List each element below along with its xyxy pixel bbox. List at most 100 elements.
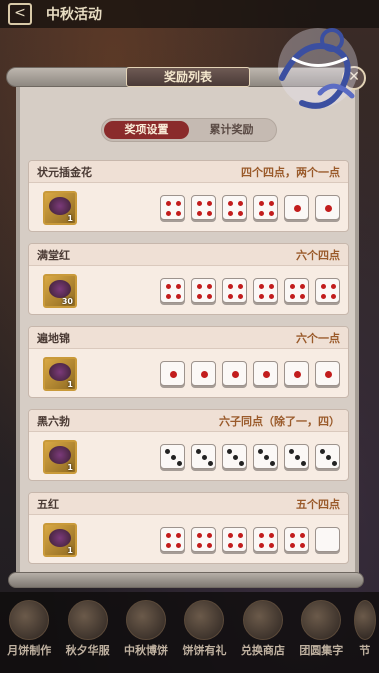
die-pip [196, 449, 201, 454]
die-pip [207, 294, 212, 299]
prize-card-header: 满堂红 六个四点 [29, 244, 348, 266]
nav-item-autumn-costume[interactable]: 秋夕华服 [61, 600, 115, 658]
die-pip [207, 533, 212, 538]
die-face-1 [191, 361, 216, 386]
die-face-4 [284, 278, 309, 303]
reward-count: 30 [61, 297, 73, 306]
nav-label: 节 [359, 644, 371, 657]
reward-item-icon[interactable]: 1 [43, 191, 77, 225]
nav-item-bobing[interactable]: 中秋博饼 [119, 600, 173, 658]
die-face-3 [253, 444, 278, 469]
reward-item-art [49, 529, 71, 547]
reward-item-icon[interactable]: 1 [43, 440, 77, 474]
die-pip [201, 371, 208, 378]
die-pip [259, 284, 264, 289]
die-pip [300, 543, 305, 548]
reward-item-art [49, 446, 71, 464]
reward-count: 1 [67, 463, 73, 472]
prize-card: 黑六勃 六子同点（除了一，四） 1 [28, 409, 349, 481]
prize-card-header: 五红 五个四点 [29, 493, 348, 515]
die-pip [290, 294, 295, 299]
reward-count: 1 [67, 380, 73, 389]
bottom-nav: 月饼制作 秋夕华服 中秋博饼 饼饼有礼 兑换商店 团圆集字 节 [0, 592, 379, 673]
die-pip [238, 543, 243, 548]
die-pip [177, 461, 182, 466]
shop-icon [242, 600, 283, 640]
reward-item-icon[interactable]: 1 [43, 357, 77, 391]
die-face-4 [160, 527, 185, 552]
die-face-4 [191, 527, 216, 552]
prize-card: 状元插金花 四个四点，两个一点 1 [28, 160, 349, 232]
tab-cumulative-rewards[interactable]: 累计奖励 [189, 121, 274, 139]
nav-label: 兑换商店 [240, 644, 285, 657]
die-pip [321, 294, 326, 299]
back-button[interactable]: < [8, 3, 32, 25]
die-face-1 [284, 361, 309, 386]
die-pip [227, 449, 232, 454]
prize-name: 满堂红 [37, 248, 70, 262]
die-pip [238, 201, 243, 206]
die-pip [166, 284, 171, 289]
die-face-4 [253, 527, 278, 552]
prize-name: 黑六勃 [37, 414, 70, 428]
tab-prize-settings[interactable]: 奖项设置 [104, 121, 189, 139]
prize-condition: 四个四点，两个一点 [241, 165, 340, 179]
die-face-1 [222, 361, 247, 386]
die-pip [326, 455, 331, 460]
die-face-4 [191, 278, 216, 303]
dice-bowl-icon [126, 600, 167, 640]
die-face-4 [222, 195, 247, 220]
die-pip [320, 449, 325, 454]
costume-icon [67, 600, 108, 640]
die-pip [197, 543, 202, 548]
die-pip [165, 449, 170, 454]
die-pip [239, 461, 244, 466]
die-pip [238, 533, 243, 538]
die-face-4 [253, 278, 278, 303]
die-pip [258, 449, 263, 454]
nav-item-exchange-shop[interactable]: 兑换商店 [236, 600, 290, 658]
die-face-4 [222, 278, 247, 303]
die-pip [202, 455, 207, 460]
die-pip [269, 533, 274, 538]
die-pip [263, 371, 270, 378]
die-face-4 [160, 195, 185, 220]
die-pip [238, 294, 243, 299]
die-face-4 [222, 527, 247, 552]
nav-item-festival[interactable]: 节 [353, 600, 377, 658]
scroll-bottom-rod [8, 572, 364, 588]
reward-item-art [49, 280, 71, 298]
die-pip [238, 284, 243, 289]
die-face-3 [284, 444, 309, 469]
die-pip [171, 455, 176, 460]
nav-item-mooncake-making[interactable]: 月饼制作 [2, 600, 56, 658]
die-pip [300, 284, 305, 289]
reward-count: 1 [67, 214, 73, 223]
prize-name: 五红 [37, 497, 59, 511]
prize-card: 遍地锦 六个一点 1 [28, 326, 349, 398]
die-face-4 [253, 195, 278, 220]
die-pip [207, 211, 212, 216]
die-pip [176, 284, 181, 289]
nav-item-cake-gift[interactable]: 饼饼有礼 [177, 600, 231, 658]
die-pip [331, 284, 336, 289]
dice-row [160, 278, 340, 303]
nav-item-reunion-words[interactable]: 团圆集字 [294, 600, 348, 658]
reward-item-icon[interactable]: 1 [43, 523, 77, 557]
festival-icon [353, 600, 376, 640]
prize-condition: 五个四点 [296, 497, 340, 511]
die-pip [259, 211, 264, 216]
nav-label: 月饼制作 [7, 644, 52, 657]
dice-row [160, 444, 340, 469]
die-pip [259, 294, 264, 299]
die-pip [300, 294, 305, 299]
reward-item-art [49, 197, 71, 215]
reward-item-icon[interactable]: 30 [43, 274, 77, 308]
words-icon [301, 600, 342, 640]
die-pip [176, 543, 181, 548]
nav-label: 团圆集字 [299, 644, 344, 657]
die-pip [269, 543, 274, 548]
die-pip [232, 371, 239, 378]
die-pip [264, 455, 269, 460]
die-pip [269, 284, 274, 289]
